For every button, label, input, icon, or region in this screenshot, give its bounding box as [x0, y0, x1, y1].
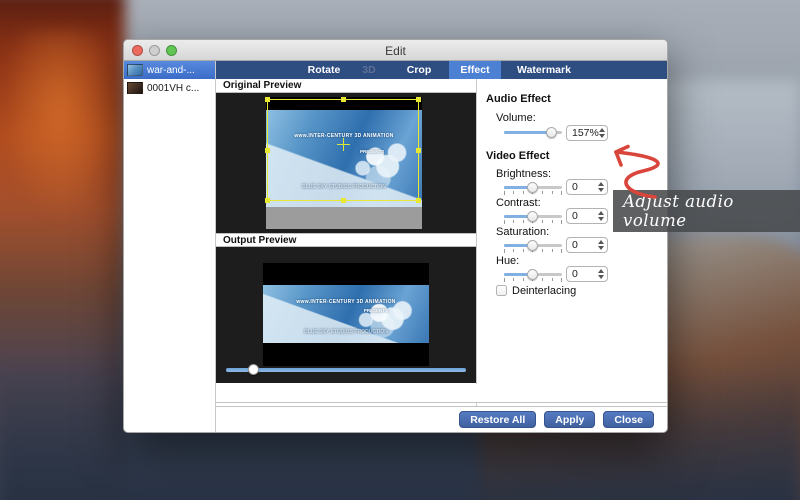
crop-handle[interactable]: [341, 198, 346, 203]
tab-crop[interactable]: Crop: [398, 61, 440, 79]
stepper-up-icon[interactable]: [598, 240, 604, 244]
volume-label: Volume:: [496, 112, 536, 124]
slider-fill: [504, 244, 530, 247]
tab-watermark[interactable]: Watermark: [509, 61, 579, 79]
sidebar-item-label: war-and-...: [147, 65, 195, 76]
output-preview-label: Output Preview: [216, 233, 476, 247]
saturation-slider[interactable]: [504, 240, 562, 252]
restore-all-button[interactable]: Restore All: [459, 411, 536, 428]
saturation-label: Saturation:: [496, 226, 549, 238]
brightness-value: 0: [567, 181, 596, 193]
stepper-up-icon[interactable]: [599, 128, 605, 132]
video-thumbnail-icon: [127, 82, 143, 94]
edit-window: Edit war-and-... 0001VH c... Rotate 3D C…: [123, 39, 668, 433]
volume-slider[interactable]: [504, 127, 562, 139]
contrast-label: Contrast:: [496, 197, 541, 209]
crop-handle[interactable]: [416, 198, 421, 203]
content-area: Original Preview www.INTER-CENTURY 3D AN…: [216, 79, 667, 384]
original-preview-area: www.INTER-CENTURY 3D ANIMATION PRESENTS …: [216, 93, 476, 233]
sidebar-item-war-and[interactable]: war-and-...: [124, 61, 215, 79]
main-area: Rotate 3D Crop Effect Watermark Original…: [216, 61, 667, 432]
wallpaper-glow: [10, 30, 120, 220]
video-bottom-strip: [266, 207, 422, 229]
slider-fill: [504, 215, 530, 218]
output-video-frame: www.INTER-CENTURY 3D ANIMATION PRESENTS …: [263, 263, 429, 366]
saturation-stepper[interactable]: 0: [566, 237, 608, 253]
seek-slider[interactable]: [226, 365, 466, 375]
stepper-up-icon[interactable]: [598, 269, 604, 273]
title-bar[interactable]: Edit: [124, 40, 667, 61]
stepper-down-icon[interactable]: [598, 246, 604, 250]
sidebar-item-0001vh[interactable]: 0001VH c...: [124, 79, 215, 97]
video-thumbnail-icon: [127, 64, 143, 76]
crop-handle[interactable]: [416, 148, 421, 153]
original-video-frame: www.INTER-CENTURY 3D ANIMATION PRESENTS …: [266, 97, 422, 229]
close-button[interactable]: Close: [603, 411, 654, 428]
seek-track[interactable]: [226, 368, 466, 372]
window-title: Edit: [124, 44, 667, 58]
brightness-slider[interactable]: [504, 182, 562, 194]
seek-thumb[interactable]: [248, 364, 259, 375]
slider-fill: [504, 273, 530, 276]
volume-thumb[interactable]: [546, 127, 557, 138]
stepper-down-icon[interactable]: [598, 275, 604, 279]
output-preview-area: www.INTER-CENTURY 3D ANIMATION PRESENTS …: [216, 247, 476, 383]
contrast-stepper[interactable]: 0: [566, 208, 608, 224]
output-video-image: www.INTER-CENTURY 3D ANIMATION PRESENTS …: [263, 285, 429, 343]
original-preview-label: Original Preview: [216, 79, 476, 93]
annotation-arrow-icon: [595, 138, 685, 208]
volume-fill: [504, 131, 549, 134]
slider-fill: [504, 186, 530, 189]
footer-bar: Restore All Apply Close: [216, 406, 667, 432]
tab-rotate[interactable]: Rotate: [301, 61, 347, 79]
brightness-label: Brightness:: [496, 168, 551, 180]
file-list-sidebar: war-and-... 0001VH c...: [124, 61, 216, 432]
contrast-slider[interactable]: [504, 211, 562, 223]
crosshair-icon: [337, 138, 350, 151]
video-watermark-text: BLUE SKY STUDIOS PRODUCTION: [263, 329, 429, 335]
deinterlacing-label: Deinterlacing: [512, 285, 576, 297]
crop-handle[interactable]: [416, 97, 421, 102]
audio-effect-heading: Audio Effect: [486, 93, 551, 105]
apply-button[interactable]: Apply: [544, 411, 595, 428]
hue-slider[interactable]: [504, 269, 562, 281]
crop-handle[interactable]: [265, 97, 270, 102]
contrast-value: 0: [567, 210, 596, 222]
stepper-up-icon[interactable]: [598, 211, 604, 215]
crop-handle[interactable]: [341, 97, 346, 102]
stepper-down-icon[interactable]: [598, 217, 604, 221]
video-effect-heading: Video Effect: [486, 150, 549, 162]
hue-stepper[interactable]: 0: [566, 266, 608, 282]
hue-value: 0: [567, 268, 596, 280]
preview-column: Original Preview www.INTER-CENTURY 3D AN…: [216, 79, 476, 384]
crop-handle[interactable]: [265, 198, 270, 203]
sidebar-item-label: 0001VH c...: [147, 83, 199, 94]
hue-label: Hue:: [496, 255, 519, 267]
saturation-value: 0: [567, 239, 596, 251]
tab-effect[interactable]: Effect: [449, 61, 501, 79]
crop-handle[interactable]: [265, 148, 270, 153]
video-watermark-text: PRESENTS: [293, 308, 429, 313]
video-watermark-text: www.INTER-CENTURY 3D ANIMATION: [263, 299, 429, 305]
deinterlacing-checkbox[interactable]: [496, 285, 507, 296]
tab-3d[interactable]: 3D: [354, 61, 384, 79]
crop-selection-box[interactable]: [267, 99, 419, 201]
desktop-wallpaper: Edit war-and-... 0001VH c... Rotate 3D C…: [0, 0, 800, 500]
tab-bar: Rotate 3D Crop Effect Watermark: [216, 61, 667, 79]
